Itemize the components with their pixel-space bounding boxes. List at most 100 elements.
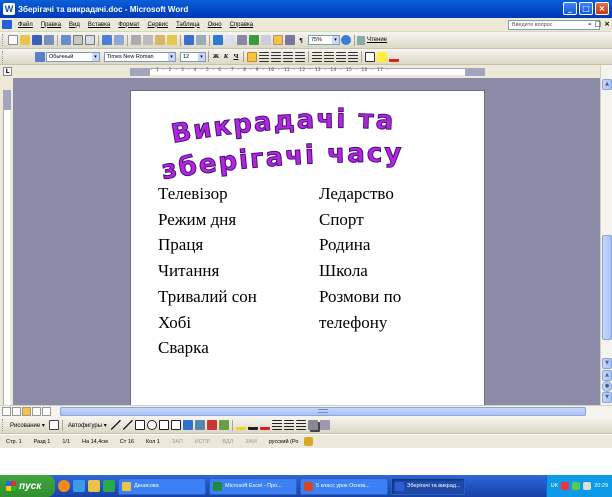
arrow-icon[interactable]: [122, 420, 133, 430]
format-painter-icon[interactable]: [167, 35, 177, 45]
copy-icon[interactable]: [143, 35, 153, 45]
wordart-title[interactable]: Викрадачі та зберігачі часу: [151, 105, 471, 183]
volume-icon[interactable]: [583, 482, 592, 490]
toolbar-grip[interactable]: [2, 419, 5, 431]
cut-icon[interactable]: [131, 35, 141, 45]
minimize-button[interactable]: _: [563, 2, 577, 15]
style-select[interactable]: Обычный ▾: [46, 51, 100, 62]
task-excel[interactable]: Microsoft Excel - Про...: [209, 477, 297, 495]
doc-restore-button[interactable]: □: [595, 20, 602, 28]
media-player-icon[interactable]: [103, 480, 115, 492]
normal-view-button[interactable]: [2, 407, 11, 416]
line-color-icon[interactable]: [247, 420, 258, 430]
oval-icon[interactable]: [146, 420, 157, 430]
close-button[interactable]: ×: [595, 2, 609, 15]
previous-page-button[interactable]: ▲: [602, 370, 612, 381]
styles-pane-icon[interactable]: [35, 51, 45, 62]
insert-picture-icon[interactable]: [218, 420, 229, 430]
paste-icon[interactable]: [155, 35, 165, 45]
document-map-icon[interactable]: [285, 35, 295, 45]
top-margin-marker[interactable]: [4, 90, 11, 110]
rectangle-icon[interactable]: [134, 420, 145, 430]
next-page-button[interactable]: ▼: [602, 392, 612, 403]
undo-icon[interactable]: [184, 35, 194, 45]
vertical-scrollbar[interactable]: ▲ ▼ ▲ ● ▼: [600, 65, 612, 405]
align-right-icon[interactable]: [271, 51, 281, 62]
ask-question-input[interactable]: Введите вопрос: [508, 20, 600, 30]
task-powerpoint[interactable]: 5 класс урок Основ...: [300, 477, 388, 495]
fill-color-icon[interactable]: [235, 420, 246, 430]
line-spacing-icon[interactable]: [295, 51, 305, 62]
firefox-icon[interactable]: [58, 480, 70, 492]
show-hide-icon[interactable]: ¶: [296, 37, 306, 44]
select-objects-icon[interactable]: [48, 420, 59, 430]
tab-selector[interactable]: L: [3, 67, 12, 76]
font-color-icon[interactable]: [389, 51, 399, 62]
menu-table[interactable]: Таблица: [172, 22, 204, 28]
research-icon[interactable]: [114, 35, 124, 45]
task-word[interactable]: Зберігачі та викрад...: [391, 477, 465, 495]
dash-style-icon[interactable]: [283, 420, 294, 430]
menu-insert[interactable]: Вставка: [84, 22, 114, 28]
document-page[interactable]: Викрадачі та зберігачі часу Телевізор Ре…: [130, 90, 485, 405]
border-icon[interactable]: [365, 51, 375, 62]
toolbar-grip[interactable]: [2, 34, 5, 46]
spelling-status-icon[interactable]: [304, 437, 314, 446]
scroll-up-button[interactable]: ▲: [602, 79, 612, 90]
web-view-button[interactable]: [12, 407, 21, 416]
decrease-indent-icon[interactable]: [336, 51, 346, 62]
italic-button[interactable]: К: [221, 53, 231, 60]
tables-borders-icon[interactable]: [225, 35, 235, 45]
outline-view-button[interactable]: [32, 407, 41, 416]
align-center-icon[interactable]: [259, 51, 269, 62]
bullets-icon[interactable]: [324, 51, 334, 62]
justify-icon[interactable]: [283, 51, 293, 62]
arrow-style-icon[interactable]: [295, 420, 306, 430]
wordart-icon[interactable]: [182, 420, 193, 430]
reading-view-button[interactable]: [42, 407, 51, 416]
redo-icon[interactable]: [196, 35, 206, 45]
diagram-icon[interactable]: [194, 420, 205, 430]
menu-edit[interactable]: Правка: [37, 22, 65, 28]
menu-format[interactable]: Формат: [114, 22, 143, 28]
antivirus-icon[interactable]: [561, 482, 570, 490]
insert-excel-icon[interactable]: [249, 35, 259, 45]
show-desktop-icon[interactable]: [88, 480, 100, 492]
shadow-style-icon[interactable]: [307, 420, 318, 430]
network-icon[interactable]: [572, 482, 581, 490]
line-icon[interactable]: [110, 420, 121, 430]
horizontal-scrollbar[interactable]: [0, 405, 612, 417]
print-layout-button[interactable]: [22, 407, 31, 416]
3d-style-icon[interactable]: [319, 420, 330, 430]
vertical-text-box-icon[interactable]: [170, 420, 181, 430]
word-app-icon[interactable]: W: [3, 3, 15, 15]
language-indicator[interactable]: UK: [551, 483, 559, 489]
highlight-icon[interactable]: [377, 51, 387, 62]
scroll-thumb[interactable]: [602, 235, 612, 340]
draw-menu-button[interactable]: Рисование ▾: [7, 422, 48, 429]
doc-icon[interactable]: [2, 20, 12, 29]
task-folder[interactable]: Денисова: [118, 477, 206, 495]
align-left-icon[interactable]: [247, 51, 257, 62]
doc-close-button[interactable]: ×: [604, 20, 610, 28]
drawing-icon[interactable]: [273, 35, 283, 45]
new-document-icon[interactable]: [8, 35, 18, 45]
status-extend[interactable]: ВДЛ: [216, 439, 239, 445]
permission-icon[interactable]: [44, 35, 54, 45]
zoom-select[interactable]: 75% ▾: [308, 35, 340, 45]
autoshapes-menu-button[interactable]: Автофигуры ▾: [65, 422, 110, 429]
menu-window[interactable]: Окно: [204, 22, 226, 28]
menu-tools[interactable]: Сервис: [144, 22, 173, 28]
scroll-down-button[interactable]: ▼: [602, 358, 612, 369]
open-folder-icon[interactable]: [20, 35, 30, 45]
start-button[interactable]: пуск: [0, 475, 55, 497]
insert-table-icon[interactable]: [237, 35, 247, 45]
text-box-icon[interactable]: [158, 420, 169, 430]
columns-icon[interactable]: [261, 35, 271, 45]
help-icon[interactable]: [341, 35, 351, 45]
status-record[interactable]: ЗАП: [166, 439, 189, 445]
hyperlink-icon[interactable]: [213, 35, 223, 45]
email-icon[interactable]: [61, 35, 71, 45]
doc-minimize-button[interactable]: –: [588, 20, 592, 28]
status-track-changes[interactable]: ИСПР: [189, 439, 217, 445]
